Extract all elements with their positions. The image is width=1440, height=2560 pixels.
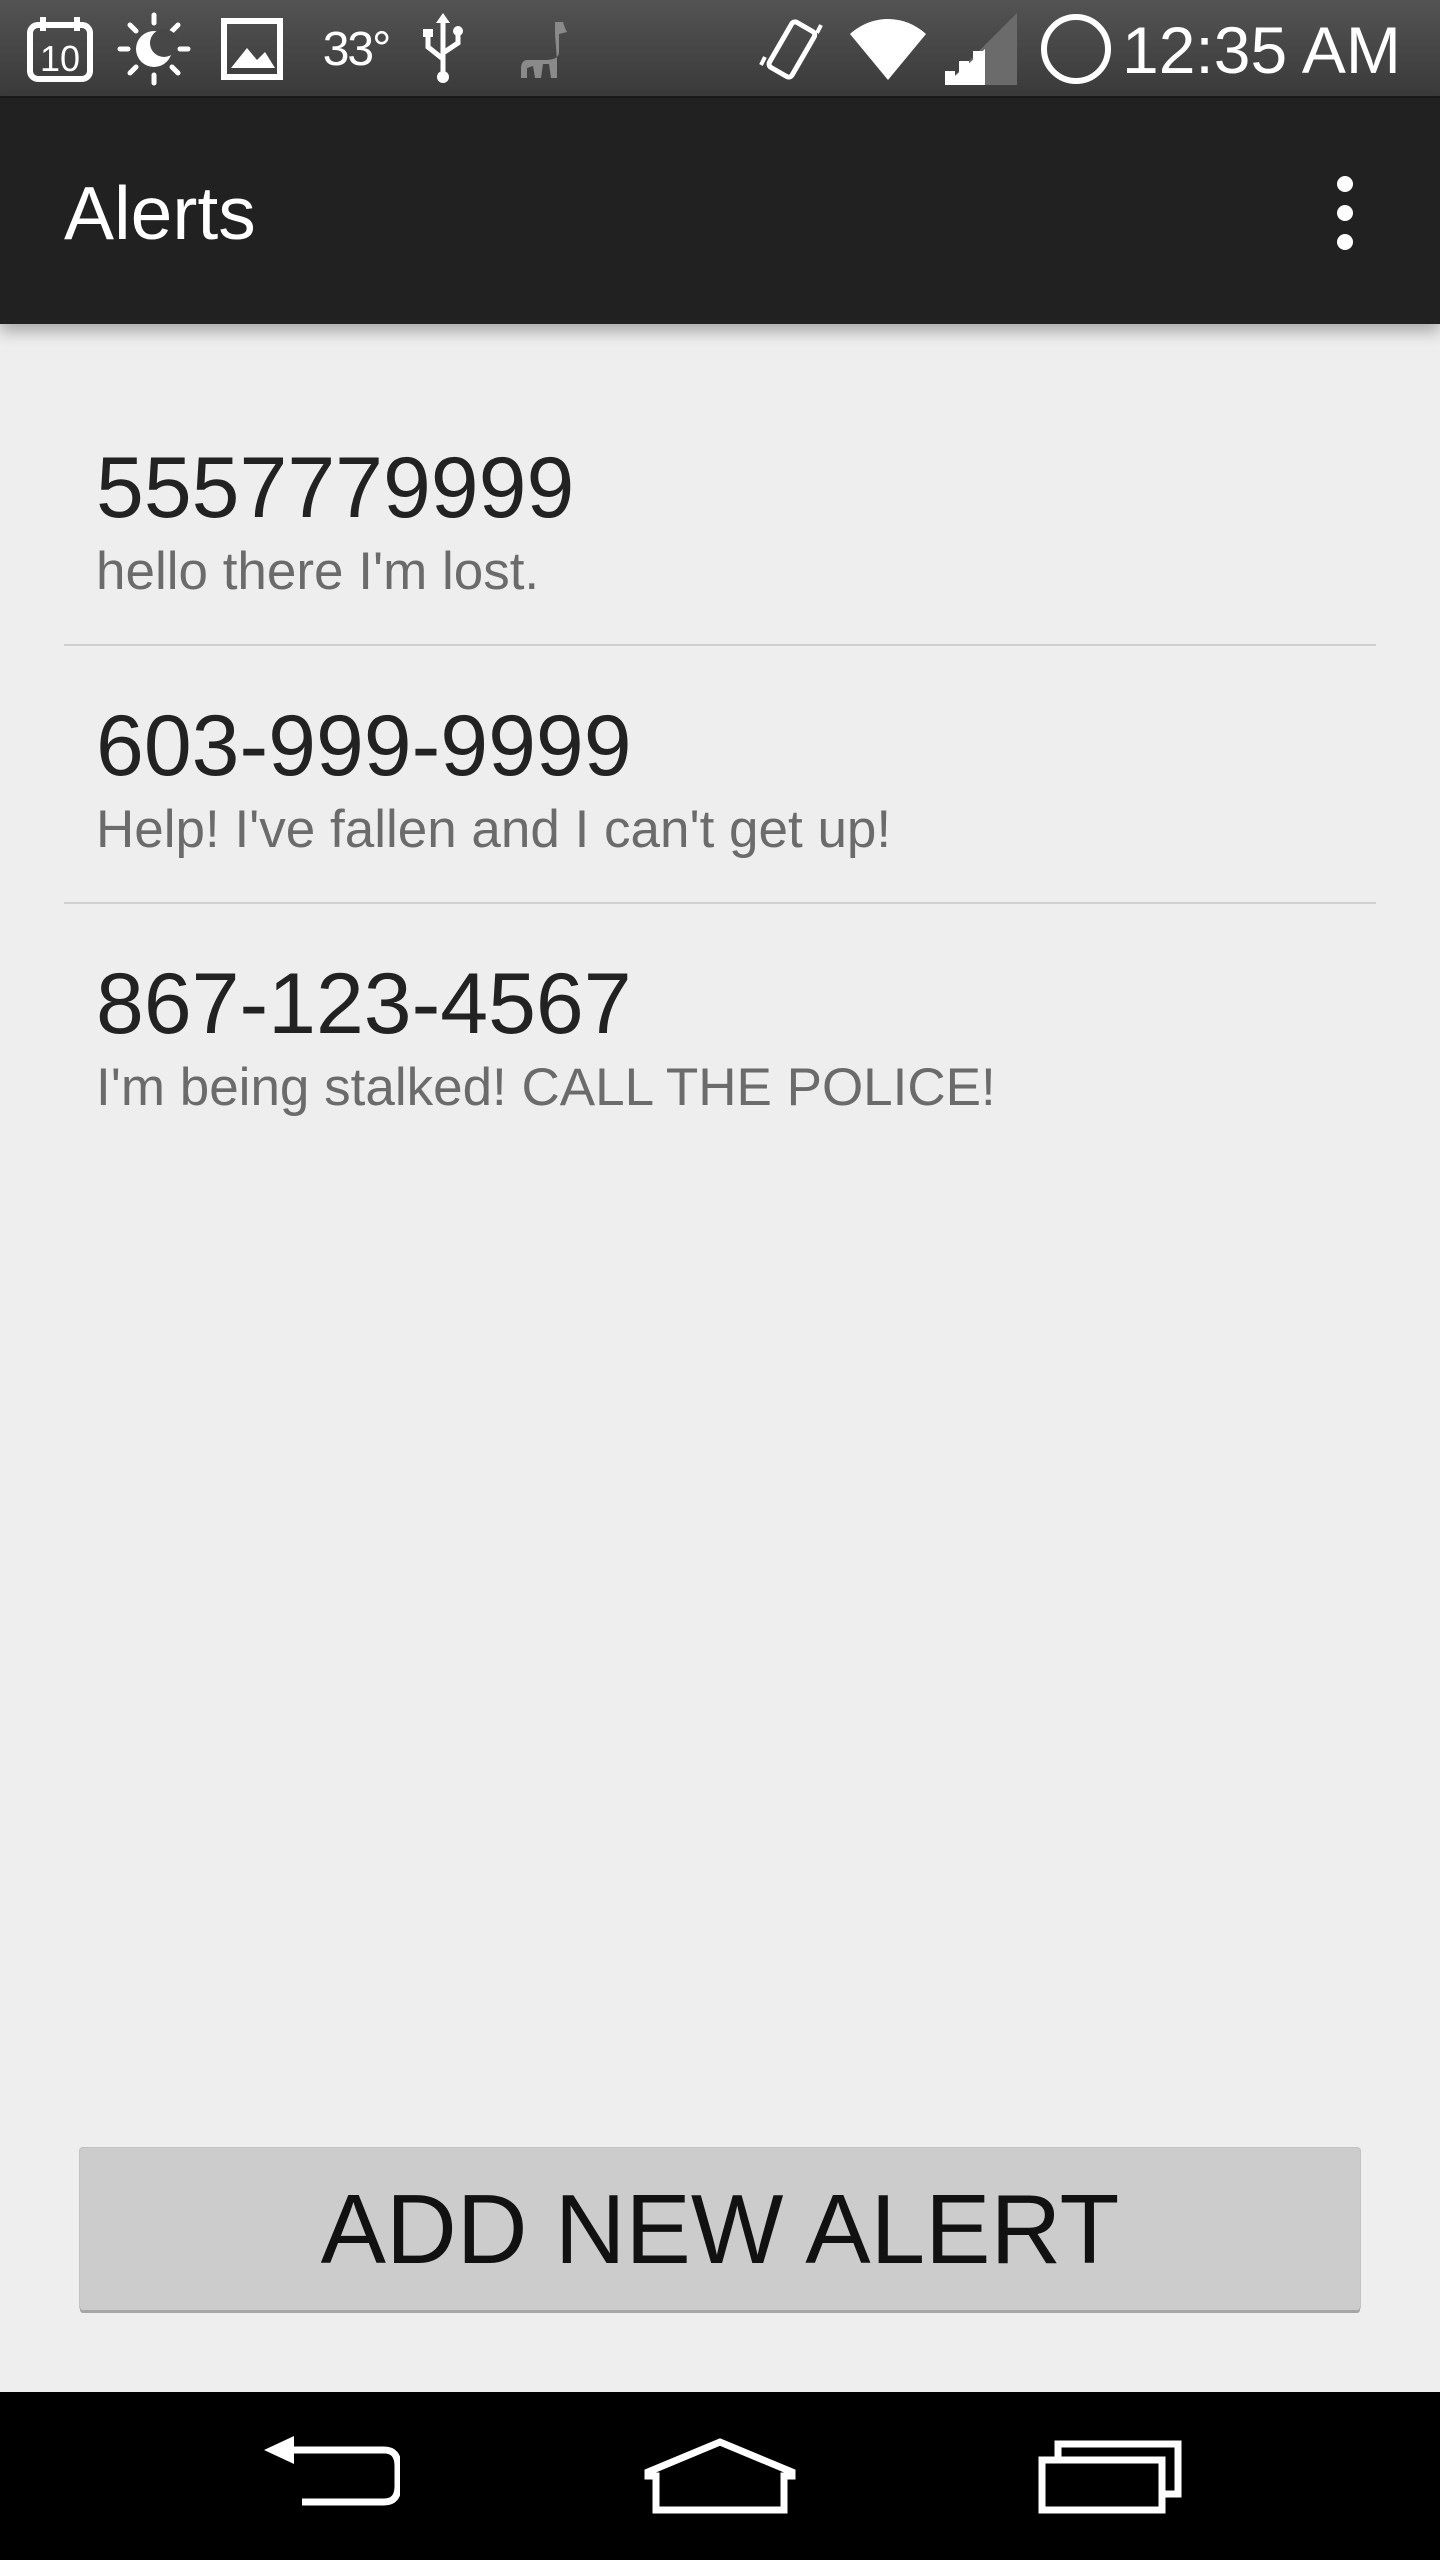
alert-phone-number: 603-999-9999 <box>96 698 632 794</box>
overflow-menu-icon[interactable] <box>1300 158 1390 268</box>
alert-message: Help! I've fallen and I can't get up! <box>96 800 892 859</box>
recent-apps-icon[interactable] <box>1000 2392 1220 2560</box>
alert-list-item[interactable]: 867-123-4567 I'm being stalked! CALL THE… <box>64 904 1376 1162</box>
overflow-dot <box>1337 176 1353 192</box>
alert-phone-number: 867-123-4567 <box>96 956 632 1052</box>
action-bar: Alerts <box>0 98 1440 324</box>
signal-icon <box>940 0 1020 98</box>
status-bar: 10 33° 12:35 AM <box>0 0 1440 98</box>
alert-message: hello there I'm lost. <box>96 542 540 601</box>
wifi-icon <box>844 0 932 98</box>
navigation-bar <box>0 2392 1440 2560</box>
calendar-icon: 10 <box>20 0 100 98</box>
alert-list: 5557779999 hello there I'm lost. 603-999… <box>64 388 1376 1162</box>
alarm-ring-icon <box>1036 0 1116 98</box>
page-title: Alerts <box>64 171 256 255</box>
alert-message: I'm being stalked! CALL THE POLICE! <box>96 1058 996 1117</box>
alert-list-item[interactable]: 603-999-9999 Help! I've fallen and I can… <box>64 646 1376 904</box>
alert-phone-number: 5557779999 <box>96 440 575 536</box>
vibrate-icon <box>756 0 826 98</box>
weather-icon <box>114 0 194 98</box>
back-icon[interactable] <box>220 2392 440 2560</box>
home-icon[interactable] <box>610 2392 830 2560</box>
temperature-text: 33° <box>322 22 392 76</box>
gallery-icon <box>212 0 292 98</box>
status-time: 12:35 AM <box>1122 13 1401 87</box>
alert-list-item[interactable]: 5557779999 hello there I'm lost. <box>64 388 1376 646</box>
overflow-dot <box>1337 205 1353 221</box>
add-new-alert-button[interactable]: ADD NEW ALERT <box>80 2148 1360 2310</box>
llama-icon <box>502 0 582 98</box>
usb-icon <box>410 0 476 98</box>
overflow-dot <box>1337 234 1353 250</box>
calendar-day: 10 <box>40 38 80 79</box>
